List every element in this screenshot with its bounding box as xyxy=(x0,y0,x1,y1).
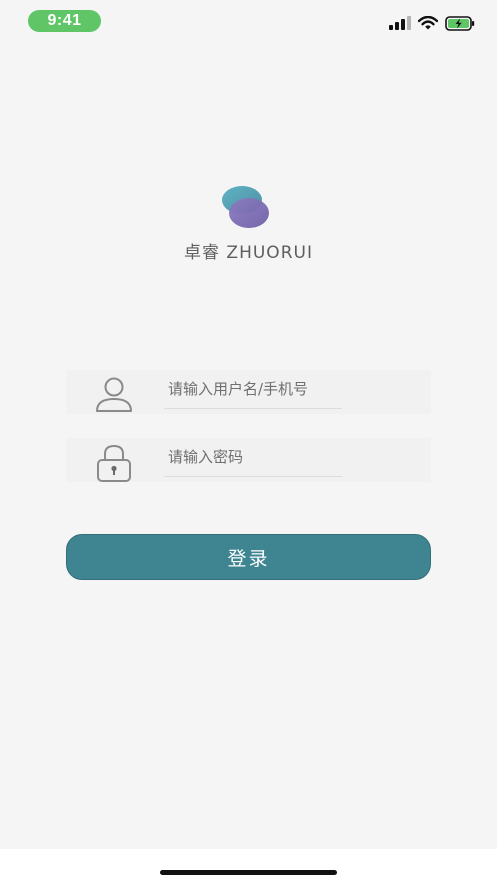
password-row xyxy=(66,438,431,482)
wifi-icon xyxy=(418,16,438,30)
login-button[interactable]: 登录 xyxy=(66,534,431,580)
lock-icon xyxy=(97,444,131,482)
user-icon xyxy=(96,377,132,412)
status-bar: 9:41 xyxy=(0,0,497,44)
bottom-safe-area xyxy=(0,849,497,883)
brand-name: 卓睿 ZHUORUI xyxy=(184,243,313,263)
cellular-signal-icon xyxy=(389,16,411,30)
password-input[interactable] xyxy=(164,438,342,477)
status-time: 9:41 xyxy=(28,10,101,32)
app-logo-icon xyxy=(222,186,269,228)
username-row xyxy=(66,370,431,414)
username-input[interactable] xyxy=(164,370,342,409)
home-indicator[interactable] xyxy=(160,870,337,875)
battery-charging-icon xyxy=(445,15,475,31)
status-icons xyxy=(389,14,475,32)
